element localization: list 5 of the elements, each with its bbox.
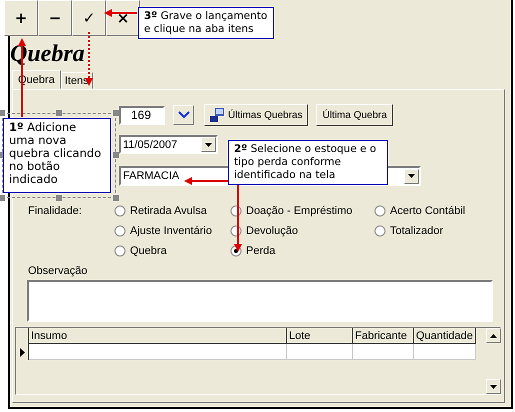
notes-label: Observação	[28, 265, 88, 277]
callout-tooltip: 3º Grave o lançamento e clique na aba itens	[138, 7, 274, 39]
callout-tooltip: 1º Adicione uma nova quebra clicando no botão indicado	[3, 118, 111, 193]
callout-tooltip: 2º Selecione o estoque e o tipo perda conforme identificado na tela	[228, 140, 388, 185]
purpose-label: Finalidade:	[28, 205, 83, 219]
